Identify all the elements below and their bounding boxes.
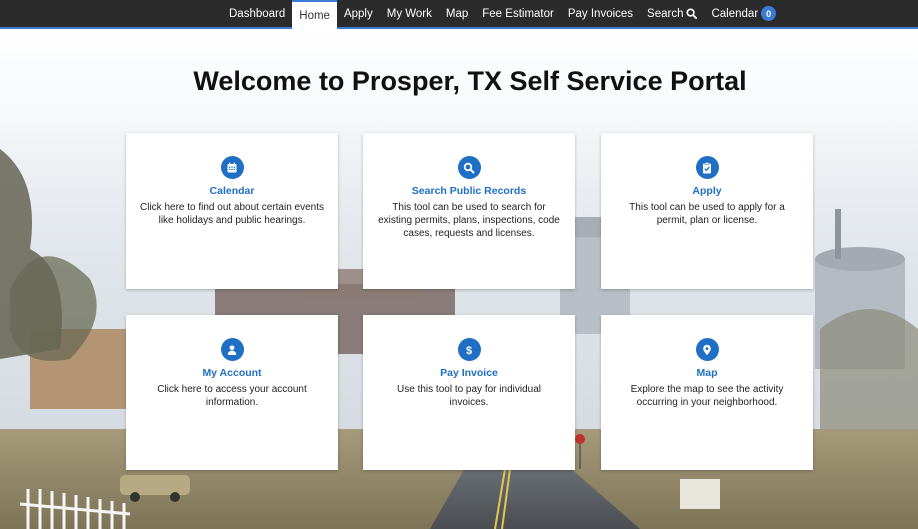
nav-fee-estimator-label: Fee Estimator — [482, 7, 554, 20]
search-public-records-tile[interactable]: Search Public Records This tool can be u… — [363, 133, 575, 289]
my-account-tile-description: Click here to access your account inform… — [157, 384, 307, 408]
my-account-tile-title: My Account — [202, 367, 262, 379]
nav-search-label: Search — [647, 7, 684, 20]
apply-tile-title: Apply — [692, 185, 722, 197]
apply-tile[interactable]: Apply This tool can be used to apply for… — [601, 133, 813, 289]
nav-dashboard[interactable]: Dashboard — [222, 0, 292, 27]
user-icon — [220, 338, 244, 361]
map-tile-description: Explore the map to see the activity occu… — [630, 384, 784, 408]
search-public-records-tile-description: This tool can be used to search for exis… — [378, 202, 560, 239]
nav-map[interactable]: Map — [439, 0, 475, 27]
my-account-tile[interactable]: My Account Click here to access your acc… — [126, 315, 338, 470]
calendar-count-badge: 0 — [761, 6, 777, 21]
page-title: Welcome to Prosper, TX Self Service Port… — [193, 66, 747, 96]
search-public-records-tile-title: Search Public Records — [411, 185, 527, 197]
calendar-icon — [220, 156, 244, 179]
nav-home-label: Home — [299, 9, 330, 22]
nav-pay-invoices-label: Pay Invoices — [567, 7, 634, 20]
nav-calendar[interactable]: Calendar 0 — [704, 0, 783, 27]
nav-map-label: Map — [445, 7, 469, 20]
pay-invoice-tile-title: Pay Invoice — [440, 367, 498, 379]
nav-my-work-label: My Work — [386, 7, 432, 20]
dollar-icon: $ — [457, 338, 481, 361]
svg-text:$: $ — [466, 345, 472, 356]
calendar-tile-description: Click here to find out about certain eve… — [140, 202, 324, 226]
nav-my-work[interactable]: My Work — [380, 0, 439, 27]
map-marker-icon — [695, 338, 719, 361]
nav-search[interactable]: Search — [640, 0, 704, 27]
search-icon — [686, 8, 698, 19]
map-tile[interactable]: Map Explore the map to see the activity … — [601, 315, 813, 470]
nav-calendar-label: Calendar — [711, 7, 759, 20]
nav-fee-estimator[interactable]: Fee Estimator — [475, 0, 561, 27]
nav-pay-invoices[interactable]: Pay Invoices — [561, 0, 640, 27]
calendar-tile[interactable]: Calendar Click here to find out about ce… — [126, 133, 338, 289]
nav-items: Dashboard Home Apply My Work Map Fee Est… — [222, 0, 783, 29]
top-navigation-bar: Dashboard Home Apply My Work Map Fee Est… — [0, 0, 918, 29]
clipboard-check-icon — [695, 156, 719, 179]
search-icon — [457, 156, 481, 179]
nav-home[interactable]: Home — [292, 0, 337, 29]
pay-invoice-tile[interactable]: $ Pay Invoice Use this tool to pay for i… — [363, 315, 575, 470]
nav-dashboard-label: Dashboard — [229, 7, 286, 20]
nav-apply[interactable]: Apply — [337, 0, 380, 27]
nav-apply-label: Apply — [343, 7, 373, 20]
apply-tile-description: This tool can be used to apply for a per… — [629, 202, 785, 226]
calendar-tile-title: Calendar — [209, 185, 255, 197]
map-tile-title: Map — [696, 367, 718, 379]
pay-invoice-tile-description: Use this tool to pay for individual invo… — [397, 384, 541, 408]
